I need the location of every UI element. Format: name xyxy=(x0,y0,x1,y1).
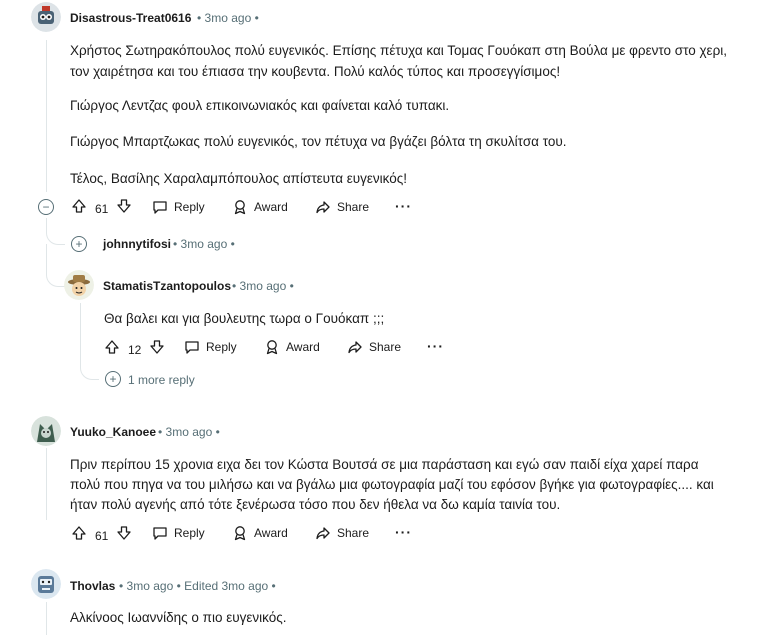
comment-text: Πριν περίπου 15 χρονια ειχα δει τον Κώστ… xyxy=(70,457,699,472)
comment-meta: • 3mo ago • Edited 3mo ago • xyxy=(119,579,276,593)
comment-text: Γιώργος Λεντζας φουλ επικοινωνιακός και … xyxy=(70,98,450,113)
reply-icon xyxy=(153,201,167,214)
vote-count: 12 xyxy=(128,342,142,357)
reply-label: Reply xyxy=(174,526,205,540)
share-label: Share xyxy=(369,340,402,354)
award-label: Award xyxy=(254,526,288,540)
downvote-icon[interactable] xyxy=(149,339,165,360)
comment-meta: • 3mo ago • xyxy=(173,237,235,251)
vote-bar: 61 xyxy=(71,525,132,546)
reply-button[interactable]: Reply xyxy=(152,525,205,541)
thread-line xyxy=(46,40,47,192)
award-label: Award xyxy=(286,340,320,354)
comment-text: Θα βαλει και για βουλευτης τωρα ο Γουόκα… xyxy=(104,311,385,326)
share-button[interactable]: Share xyxy=(315,199,369,215)
separator: • xyxy=(158,425,163,439)
edited-label: Edited 3mo ago xyxy=(184,579,269,593)
share-button[interactable]: Share xyxy=(347,339,401,355)
comment-meta: • 3mo ago • xyxy=(232,279,294,293)
downvote-icon[interactable] xyxy=(116,525,132,546)
downvote-icon[interactable] xyxy=(116,198,132,219)
share-icon xyxy=(316,201,330,214)
comment-text: ήταν πολύ αγενής από τότε ξενέρωσα τόσο … xyxy=(70,497,561,512)
reply-icon xyxy=(185,341,199,354)
reply-label: Reply xyxy=(206,340,237,354)
avatar[interactable] xyxy=(64,270,94,300)
separator: • xyxy=(215,425,220,439)
vote-count: 61 xyxy=(95,528,109,543)
separator: • xyxy=(173,237,178,251)
timestamp[interactable]: 3mo ago xyxy=(205,11,252,25)
thread-line xyxy=(46,244,65,287)
award-icon xyxy=(266,340,278,355)
comment-text: Τέλος, Βασίλης Χαραλαμπόπουλος απίστευτα… xyxy=(70,171,408,186)
separator: • xyxy=(230,237,235,251)
separator: • xyxy=(197,11,202,25)
comment-text: Αλκίνοος Ιωαννίδης ο πιο ευγενικός. xyxy=(70,610,287,625)
share-label: Share xyxy=(337,200,370,214)
timestamp[interactable]: 3mo ago xyxy=(127,579,174,593)
award-icon xyxy=(234,526,246,541)
more-replies-link[interactable]: 1 more reply xyxy=(128,373,195,387)
separator: • xyxy=(289,279,294,293)
award-label: Award xyxy=(254,200,288,214)
share-label: Share xyxy=(337,526,370,540)
username[interactable]: johnnytifosi xyxy=(103,237,171,251)
upvote-icon[interactable] xyxy=(71,198,87,219)
comment-text: Χρήστος Σωτηρακόπουλος πολύ ευγενικός. Ε… xyxy=(70,43,728,58)
collapse-icon[interactable]: − xyxy=(38,199,54,215)
thread-line xyxy=(46,448,47,520)
more-options-button[interactable]: ··· xyxy=(395,524,412,540)
more-options-button[interactable]: ··· xyxy=(427,338,444,354)
comment-text: τον χαιρέτησα και του έπιασα την κουβεντ… xyxy=(70,64,561,79)
avatar[interactable] xyxy=(31,569,61,599)
share-icon xyxy=(316,527,330,540)
separator: • xyxy=(176,579,181,593)
thread-line xyxy=(46,602,47,635)
avatar[interactable] xyxy=(31,416,61,446)
thread-line xyxy=(46,218,65,245)
award-button[interactable]: Award xyxy=(232,525,288,541)
thread-line xyxy=(80,352,99,380)
upvote-icon[interactable] xyxy=(104,339,120,360)
reply-icon xyxy=(153,527,167,540)
timestamp[interactable]: 3mo ago xyxy=(181,237,228,251)
comment-meta: • 3mo ago • xyxy=(158,425,220,439)
comment-text: Γιώργος Μπαρτζωκας πολύ ευγενικός, τον π… xyxy=(70,134,567,149)
separator: • xyxy=(271,579,276,593)
username[interactable]: Yuuko_Kanoee xyxy=(70,425,156,439)
reply-button[interactable]: Reply xyxy=(184,339,237,355)
username[interactable]: Thovlas xyxy=(70,579,115,593)
share-button[interactable]: Share xyxy=(315,525,369,541)
timestamp[interactable]: 3mo ago xyxy=(166,425,213,439)
expand-icon[interactable]: + xyxy=(71,236,87,252)
award-button[interactable]: Award xyxy=(232,199,288,215)
username[interactable]: Disastrous-Treat0616 xyxy=(70,11,191,25)
expand-icon[interactable]: + xyxy=(105,371,121,387)
separator: • xyxy=(119,579,124,593)
share-icon xyxy=(348,341,362,354)
separator: • xyxy=(254,11,259,25)
vote-bar: 12 xyxy=(104,339,165,360)
reply-label: Reply xyxy=(174,200,205,214)
avatar[interactable] xyxy=(31,2,61,32)
separator: • xyxy=(232,279,237,293)
award-icon xyxy=(234,200,246,215)
vote-count: 61 xyxy=(95,201,109,216)
upvote-icon[interactable] xyxy=(71,525,87,546)
comment-text: πολύ που πηγα να του μιλήσω και να βγάλω… xyxy=(70,477,714,492)
username[interactable]: StamatisTzantopoulos xyxy=(103,279,231,293)
reply-button[interactable]: Reply xyxy=(152,199,205,215)
comment-meta: • 3mo ago • xyxy=(197,11,259,25)
more-options-button[interactable]: ··· xyxy=(395,198,412,214)
award-button[interactable]: Award xyxy=(264,339,320,355)
timestamp[interactable]: 3mo ago xyxy=(240,279,287,293)
vote-bar: 61 xyxy=(71,198,132,219)
